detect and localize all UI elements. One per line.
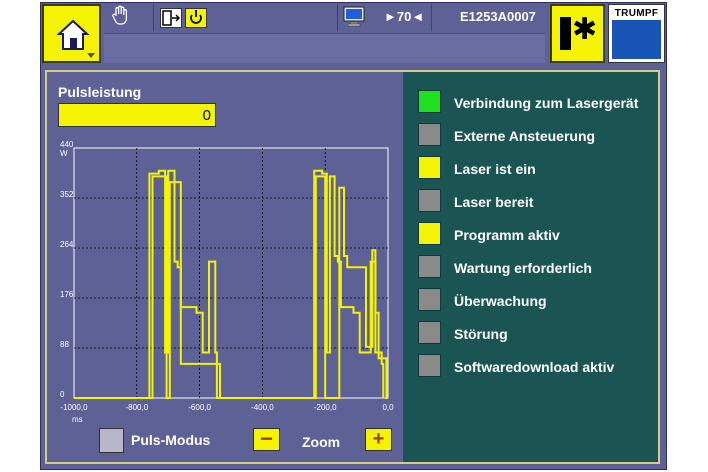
y-unit-label: W (60, 149, 68, 158)
y-tick-label: 0 (60, 390, 65, 399)
y-tick-label: 176 (60, 290, 74, 299)
status-led (418, 321, 441, 344)
status-row: Laser ist ein (418, 156, 654, 189)
laser-button[interactable]: ✱ (550, 4, 605, 63)
zoom-label: Zoom (302, 434, 341, 450)
x-unit-label: ms (72, 415, 83, 424)
status-label: Überwachung (454, 293, 547, 309)
pulse-chart: -1000,0 -800,0 -600,0 -400,0 -200,0 0,0 0 88 176… (60, 140, 394, 424)
status-label: Wartung erforderlich (454, 260, 592, 276)
status-row: Wartung erforderlich (418, 255, 654, 288)
cycle-icon[interactable] (185, 8, 207, 28)
status-row: Überwachung (418, 288, 654, 321)
hand-icon (112, 5, 128, 25)
x-tick-label: -600,0 (188, 403, 211, 412)
status-led (418, 222, 441, 245)
y-tick-label: 352 (60, 190, 74, 199)
status-led (418, 255, 441, 278)
pulse-power-label: Pulsleistung (58, 84, 142, 100)
status-row: Störung (418, 321, 654, 354)
brand-name: TRUMPF (614, 8, 659, 19)
status-led (418, 288, 441, 311)
status-row: Laser bereit (418, 189, 654, 222)
status-label: Externe Ansteuerung (454, 128, 596, 144)
x-tick-label: -400,0 (251, 403, 274, 412)
x-tick-label: 0,0 (382, 403, 394, 412)
status-list: Verbindung zum Lasergerät Externe Ansteu… (418, 90, 654, 387)
status-label: Programm aktiv (454, 227, 560, 243)
status-label: Softwaredownload aktiv (454, 359, 615, 375)
chart-series (74, 169, 388, 399)
monitor-icon (343, 6, 365, 27)
status-label: Verbindung zum Lasergerät (454, 95, 639, 111)
laser-icon (560, 17, 571, 50)
dropdown-indicator-icon (87, 53, 95, 58)
status-led (418, 189, 441, 212)
status-label: Laser bereit (454, 194, 534, 210)
zoom-out-button[interactable]: − (253, 428, 280, 451)
divider (337, 4, 338, 31)
y-tick-label: 264 (60, 240, 74, 249)
zoom-in-button[interactable]: + (365, 428, 392, 451)
message-bar (104, 33, 545, 63)
status-label: Laser ist ein (454, 161, 536, 177)
machine-code: E1253A0007 (460, 9, 536, 24)
status-label: Störung (454, 326, 508, 342)
status-led (418, 156, 441, 179)
status-row: Programm aktiv (418, 222, 654, 255)
x-tick-label: -200,0 (314, 403, 337, 412)
speed-indicator: ►70◄ (384, 9, 425, 24)
y-tick-label: 88 (60, 340, 69, 349)
status-row: Verbindung zum Lasergerät (418, 90, 654, 123)
status-led (418, 354, 441, 377)
divider (431, 4, 432, 31)
pulse-power-field[interactable]: 0 (58, 103, 216, 127)
home-button[interactable] (42, 4, 101, 63)
puls-mode-checkbox[interactable] (99, 428, 124, 453)
divider (153, 4, 154, 31)
status-led (418, 123, 441, 146)
door-exit-icon[interactable] (160, 8, 182, 28)
brand-logo-block (612, 20, 661, 59)
puls-mode-label: Puls-Modus (131, 432, 211, 448)
home-icon (56, 19, 90, 50)
y-tick-label: 440 (60, 140, 74, 149)
x-tick-label: -800,0 (125, 403, 148, 412)
laser-star-icon: ✱ (572, 13, 598, 46)
status-row: Softwaredownload aktiv (418, 354, 654, 387)
chart-axis-labels: -1000,0 -800,0 -600,0 -400,0 -200,0 0,0 0 88 176… (60, 140, 394, 424)
brand-logo: TRUMPF (608, 4, 665, 63)
status-led (418, 90, 441, 113)
status-row: Externe Ansteuerung (418, 123, 654, 156)
x-tick-label: -1000,0 (60, 403, 88, 412)
